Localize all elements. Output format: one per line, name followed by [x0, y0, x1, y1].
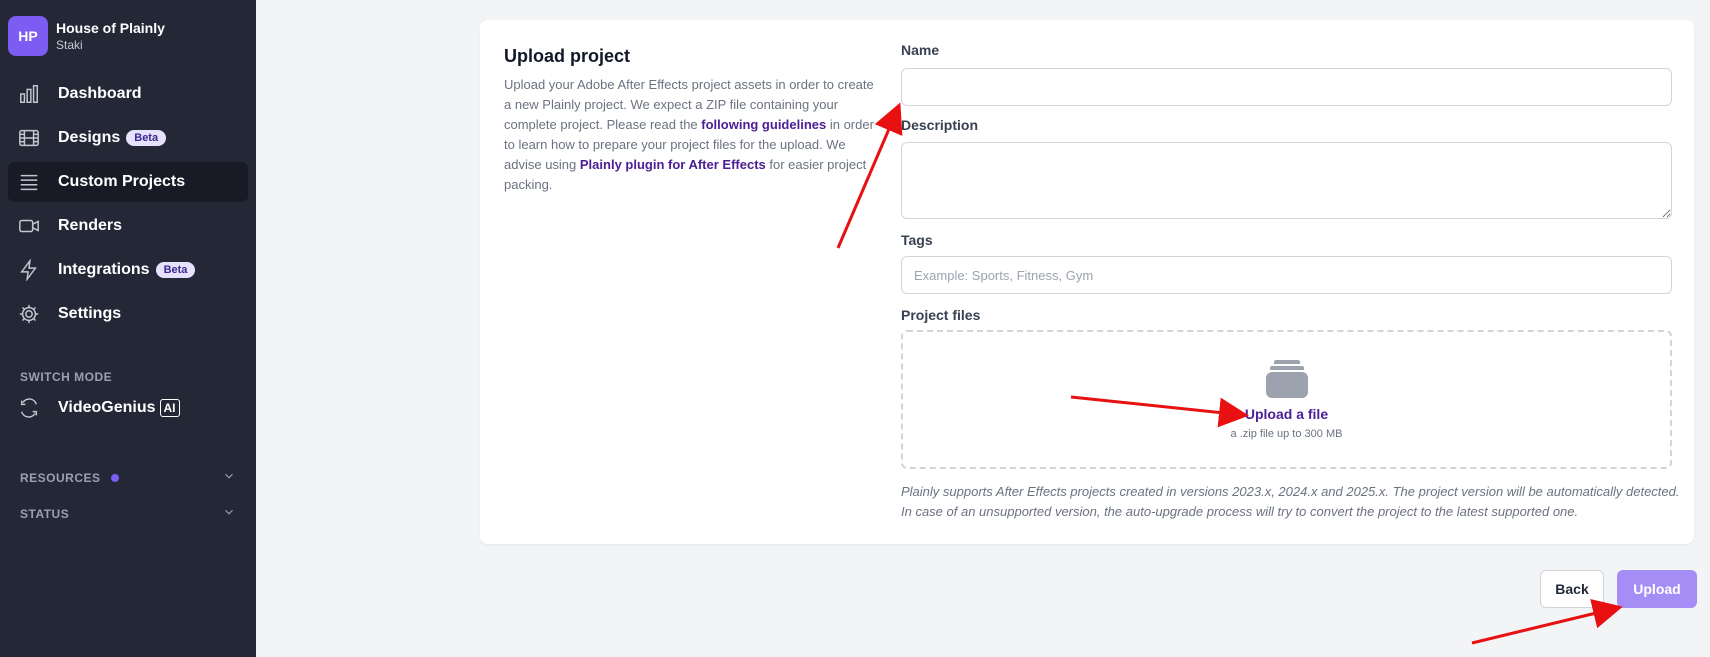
upload-file-link[interactable]: Upload a file	[1245, 406, 1328, 422]
file-stack-icon	[1265, 359, 1308, 398]
sidebar: HP House of Plainly Staki Dashboard Desi…	[0, 0, 256, 657]
org-avatar: HP	[8, 16, 48, 56]
sidebar-item-label: Integrations	[58, 261, 150, 278]
organization-switcher[interactable]: HP House of Plainly Staki	[8, 16, 165, 56]
sidebar-item-designs[interactable]: Designs Beta	[8, 118, 248, 158]
org-name: House of Plainly	[56, 20, 165, 36]
switch-mode-videogenius[interactable]: VideoGenius AI	[18, 397, 180, 419]
beta-badge: Beta	[155, 262, 196, 278]
film-icon	[18, 127, 40, 149]
status-toggle[interactable]: STATUS	[20, 505, 236, 522]
chevron-down-icon	[222, 469, 236, 486]
upload-hint: a .zip file up to 300 MB	[1230, 427, 1343, 440]
description-label: Description	[901, 117, 979, 133]
tags-input[interactable]	[901, 256, 1672, 294]
chevron-down-icon	[222, 505, 236, 522]
video-camera-icon	[18, 215, 40, 237]
arrow-to-upload-button	[1471, 599, 1623, 645]
sidebar-item-label: Designs	[58, 129, 121, 146]
lightning-icon	[18, 259, 40, 281]
sidebar-item-settings[interactable]: Settings	[8, 294, 248, 334]
name-input[interactable]	[901, 68, 1672, 106]
version-note: Plainly supports After Effects projects …	[901, 484, 1680, 519]
sidebar-item-custom-projects[interactable]: Custom Projects	[8, 162, 248, 202]
notification-dot	[110, 473, 119, 482]
beta-badge: Beta	[126, 130, 167, 146]
upload-project-card: Upload project Upload your Adobe After E…	[480, 20, 1694, 544]
bar-chart-icon	[18, 83, 40, 105]
main-nav: Dashboard Designs Beta Custom Projects R…	[8, 74, 248, 338]
switch-mode-label: SWITCH MODE	[20, 370, 113, 384]
sidebar-item-label: Renders	[58, 217, 123, 234]
sidebar-item-dashboard[interactable]: Dashboard	[8, 74, 248, 114]
tags-label: Tags	[901, 232, 933, 248]
sidebar-item-integrations[interactable]: Integrations Beta	[8, 250, 248, 290]
sidebar-item-label: Settings	[58, 305, 122, 322]
ai-badge: AI	[159, 399, 180, 417]
list-icon	[18, 171, 40, 193]
back-button[interactable]: Back	[1540, 570, 1604, 608]
resources-toggle[interactable]: RESOURCES	[20, 469, 236, 486]
resources-label: RESOURCES	[20, 470, 101, 485]
guidelines-link[interactable]: following guidelines	[701, 117, 826, 132]
file-dropzone[interactable]: Upload a file a .zip file up to 300 MB	[901, 330, 1672, 469]
project-files-label: Project files	[901, 307, 981, 323]
upload-intro: Upload project Upload your Adobe After E…	[504, 46, 884, 195]
switch-mode-item-label: VideoGenius	[58, 399, 156, 416]
name-label: Name	[901, 42, 940, 58]
sidebar-item-label: Dashboard	[58, 85, 142, 102]
plugin-link[interactable]: Plainly plugin for After Effects	[580, 157, 766, 172]
sidebar-item-renders[interactable]: Renders	[8, 206, 248, 246]
page-title: Upload project	[504, 46, 631, 66]
description-textarea[interactable]	[901, 142, 1672, 219]
sidebar-item-label: Custom Projects	[58, 173, 186, 190]
refresh-icon	[18, 397, 40, 419]
status-label: STATUS	[20, 506, 70, 521]
gear-icon	[18, 303, 40, 325]
upload-button[interactable]: Upload	[1617, 570, 1697, 608]
org-subtitle: Staki	[56, 38, 83, 52]
intro-description: Upload your Adobe After Effects project …	[504, 75, 884, 195]
